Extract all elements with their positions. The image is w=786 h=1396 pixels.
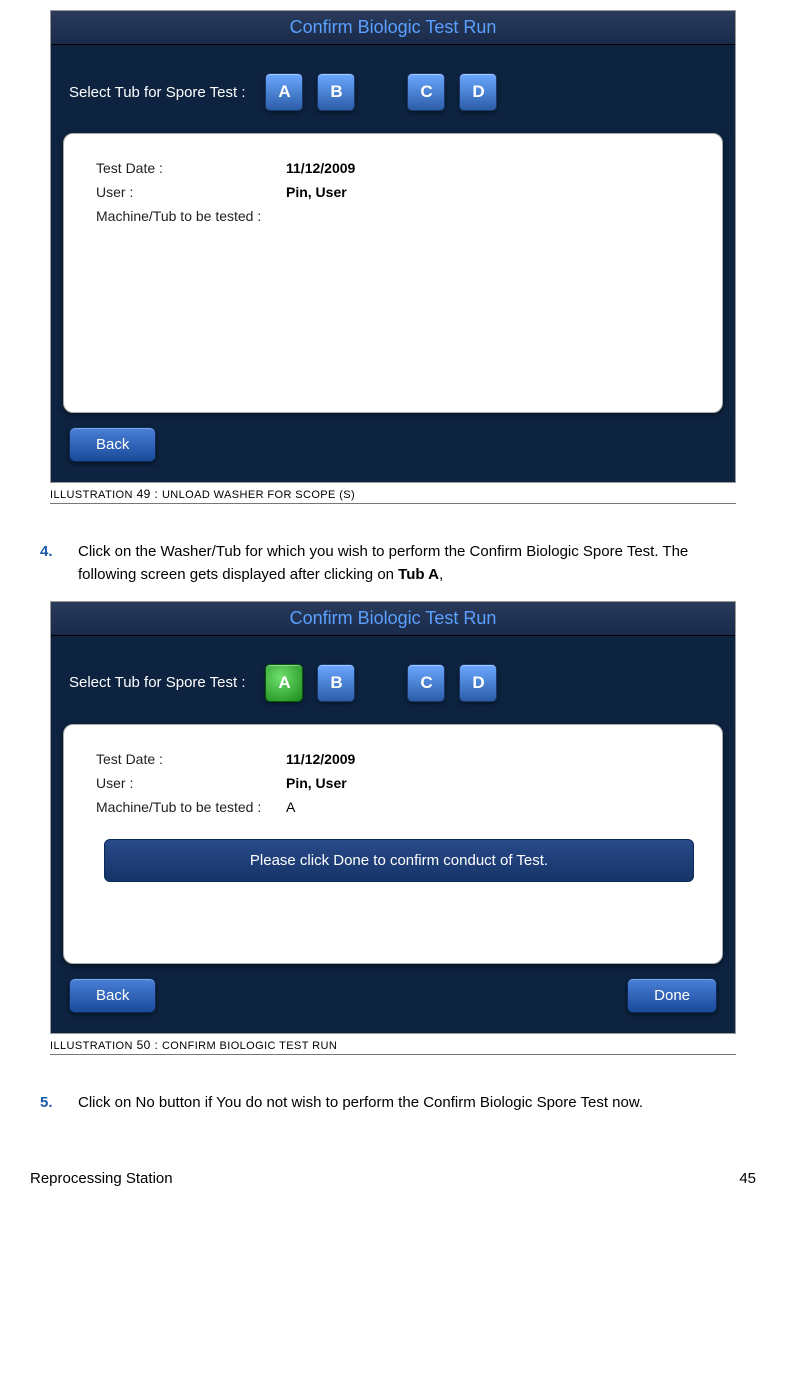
page-footer: Reprocessing Station 45 xyxy=(30,1170,756,1187)
tub-c-button-50[interactable]: C xyxy=(407,664,445,702)
user-row: User : Pin, User xyxy=(96,184,702,200)
test-date-value: 11/12/2009 xyxy=(286,160,355,176)
machine-label-50: Machine/Tub to be tested : xyxy=(96,799,286,815)
caption-number: 49 xyxy=(137,487,151,501)
test-date-row-50: Test Date : 11/12/2009 xyxy=(96,751,702,767)
user-value: Pin, User xyxy=(286,184,347,200)
app-body: Select Tub for Spore Test : A B C D Test… xyxy=(51,45,735,482)
machine-label: Machine/Tub to be tested : xyxy=(96,208,286,224)
caption-text-50: Confirm Biologic Test Run xyxy=(162,1040,337,1052)
tub-d-button-50[interactable]: D xyxy=(459,664,497,702)
tub-select-row: Select Tub for Spore Test : A B C D xyxy=(51,45,735,133)
caption-prefix: Illustration xyxy=(50,489,133,501)
bottom-bar: Back xyxy=(51,419,735,474)
step-4-text: Click on the Washer/Tub for which you wi… xyxy=(78,540,746,587)
app-body-50: Select Tub for Spore Test : A B C D Test… xyxy=(51,636,735,1033)
tub-a-button[interactable]: A xyxy=(265,73,303,111)
footer-left: Reprocessing Station xyxy=(30,1170,173,1187)
tub-select-row-50: Select Tub for Spore Test : A B C D xyxy=(51,636,735,724)
back-button[interactable]: Back xyxy=(69,427,156,462)
illustration-49-frame: Confirm Biologic Test Run Select Tub for… xyxy=(50,10,736,483)
user-row-50: User : Pin, User xyxy=(96,775,702,791)
illustration-50-caption: Illustration 50 : Confirm Biologic Test … xyxy=(50,1038,736,1055)
step-5-number: 5. xyxy=(40,1091,60,1114)
details-panel-50: Test Date : 11/12/2009 User : Pin, User … xyxy=(63,724,723,964)
app-title-50: Confirm Biologic Test Run xyxy=(51,602,735,636)
machine-row-50: Machine/Tub to be tested : A xyxy=(96,799,702,815)
footer-page-number: 45 xyxy=(739,1170,756,1187)
caption-prefix-50: Illustration xyxy=(50,1040,133,1052)
user-value-50: Pin, User xyxy=(286,775,347,791)
select-tub-label: Select Tub for Spore Test : xyxy=(69,84,245,101)
test-date-label: Test Date : xyxy=(96,160,286,176)
tub-c-button[interactable]: C xyxy=(407,73,445,111)
step-5-text: Click on No button if You do not wish to… xyxy=(78,1091,643,1114)
caption-text: Unload Washer for Scope (s) xyxy=(162,489,355,501)
tub-a-button-selected[interactable]: A xyxy=(265,664,303,702)
illustration-49-caption: Illustration 49 : Unload Washer for Scop… xyxy=(50,487,736,504)
app-title: Confirm Biologic Test Run xyxy=(51,11,735,45)
caption-number-50: 50 xyxy=(137,1038,151,1052)
test-date-row: Test Date : 11/12/2009 xyxy=(96,160,702,176)
step-4: 4. Click on the Washer/Tub for which you… xyxy=(40,540,746,587)
select-tub-label-50: Select Tub for Spore Test : xyxy=(69,674,245,691)
done-button[interactable]: Done xyxy=(627,978,717,1013)
test-date-label-50: Test Date : xyxy=(96,751,286,767)
user-label: User : xyxy=(96,184,286,200)
step-4-bold: Tub A xyxy=(398,566,439,583)
machine-value-50: A xyxy=(286,799,295,815)
illustration-50-frame: Confirm Biologic Test Run Select Tub for… xyxy=(50,601,736,1034)
tub-d-button[interactable]: D xyxy=(459,73,497,111)
step-5: 5. Click on No button if You do not wish… xyxy=(40,1091,746,1114)
confirm-banner: Please click Done to confirm conduct of … xyxy=(104,839,694,882)
step-4-number: 4. xyxy=(40,540,60,587)
tub-b-button-50[interactable]: B xyxy=(317,664,355,702)
tub-b-button[interactable]: B xyxy=(317,73,355,111)
machine-row: Machine/Tub to be tested : xyxy=(96,208,702,224)
bottom-bar-50: Back Done xyxy=(51,970,735,1025)
test-date-value-50: 11/12/2009 xyxy=(286,751,355,767)
step-4-text-c: , xyxy=(439,566,443,583)
back-button-50[interactable]: Back xyxy=(69,978,156,1013)
user-label-50: User : xyxy=(96,775,286,791)
step-4-text-a: Click on the Washer/Tub for which you wi… xyxy=(78,543,688,583)
details-panel: Test Date : 11/12/2009 User : Pin, User … xyxy=(63,133,723,413)
